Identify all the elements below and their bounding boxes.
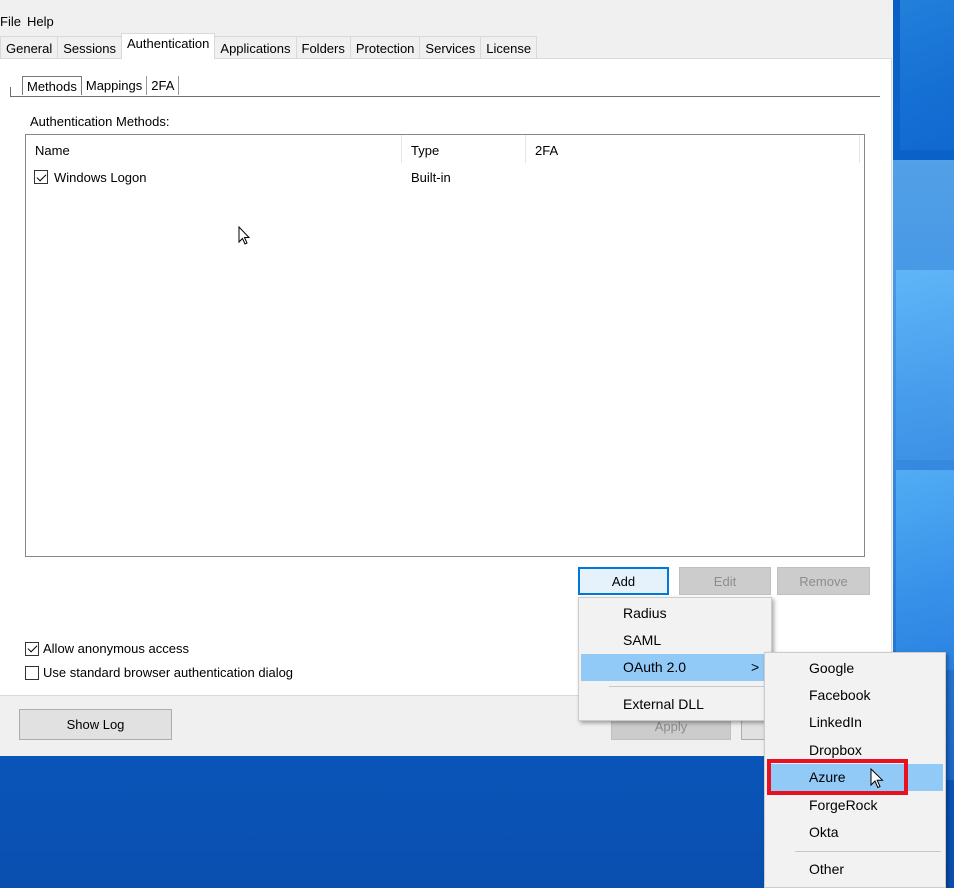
remove-button[interactable]: Remove: [777, 567, 870, 595]
standard-browser-dialog-option[interactable]: Use standard browser authentication dial…: [25, 665, 293, 680]
submenu-item-google[interactable]: Google: [767, 655, 943, 682]
allow-anonymous-option[interactable]: Allow anonymous access: [25, 641, 189, 656]
mouse-cursor-icon: [238, 226, 251, 245]
authentication-methods-label: Authentication Methods:: [30, 114, 170, 129]
sub-tab-strip: Methods Mappings 2FA: [22, 76, 180, 96]
standard-browser-dialog-label: Use standard browser authentication dial…: [43, 665, 294, 680]
column-header-2fa[interactable]: 2FA: [526, 135, 860, 163]
tab-protection[interactable]: Protection: [349, 36, 421, 59]
submenu-item-facebook[interactable]: Facebook: [767, 682, 943, 709]
add-dropdown-menu: Radius SAML OAuth 2.0 > External DLL: [578, 597, 772, 721]
menu-file[interactable]: File: [0, 12, 21, 32]
subtab-2fa[interactable]: 2FA: [147, 76, 180, 95]
list-header: Name Type 2FA: [26, 135, 862, 163]
list-row[interactable]: Windows Logon Built-in: [26, 166, 862, 188]
menu-item-external-dll[interactable]: External DLL: [581, 691, 769, 718]
mouse-pointer-icon: [870, 768, 884, 789]
sub-tab-divider-edge: [10, 87, 11, 97]
authentication-methods-list[interactable]: Name Type 2FA Windows Logon Built-in: [25, 134, 865, 557]
tab-general[interactable]: General: [0, 36, 59, 59]
standard-browser-dialog-checkbox[interactable]: [25, 665, 39, 680]
submenu-separator: [795, 851, 941, 852]
submenu-item-linkedin[interactable]: LinkedIn: [767, 709, 943, 736]
tab-services[interactable]: Services: [419, 36, 482, 59]
menu-help[interactable]: Help: [27, 12, 54, 32]
sub-tab-divider: [10, 96, 880, 97]
annotation-highlight-box: [767, 759, 908, 795]
submenu-item-okta[interactable]: Okta: [767, 819, 943, 846]
tab-authentication[interactable]: Authentication: [121, 33, 216, 59]
method-type: Built-in: [411, 169, 451, 185]
allow-anonymous-checkbox[interactable]: [25, 641, 39, 656]
menu-item-saml[interactable]: SAML: [581, 627, 769, 654]
allow-anonymous-label: Allow anonymous access: [43, 641, 189, 656]
column-header-type[interactable]: Type: [402, 135, 526, 163]
tab-license[interactable]: License: [480, 36, 538, 59]
submenu-item-forgerock[interactable]: ForgeRock: [767, 792, 943, 819]
tab-sessions[interactable]: Sessions: [57, 36, 122, 59]
menu-item-oauth2[interactable]: OAuth 2.0 >: [581, 654, 769, 681]
subtab-mappings[interactable]: Mappings: [82, 76, 148, 95]
menu-separator: [609, 686, 767, 687]
submenu-item-other[interactable]: Other: [767, 856, 943, 883]
tab-applications[interactable]: Applications: [214, 36, 297, 59]
menu-item-radius[interactable]: Radius: [581, 600, 769, 627]
show-log-button[interactable]: Show Log: [19, 709, 172, 740]
top-tab-strip: General Sessions Authentication Applicat…: [0, 33, 538, 59]
menu-item-oauth2-label: OAuth 2.0: [623, 659, 687, 675]
menu-bar: File Help: [0, 12, 60, 32]
submenu-arrow-icon: >: [751, 659, 760, 675]
edit-button[interactable]: Edit: [679, 567, 771, 595]
add-button[interactable]: Add: [578, 567, 669, 595]
method-name: Windows Logon: [54, 169, 147, 185]
tab-folders[interactable]: Folders: [295, 36, 351, 59]
method-enabled-checkbox[interactable]: [34, 170, 48, 184]
subtab-methods[interactable]: Methods: [22, 76, 82, 95]
column-header-name[interactable]: Name: [26, 135, 402, 163]
